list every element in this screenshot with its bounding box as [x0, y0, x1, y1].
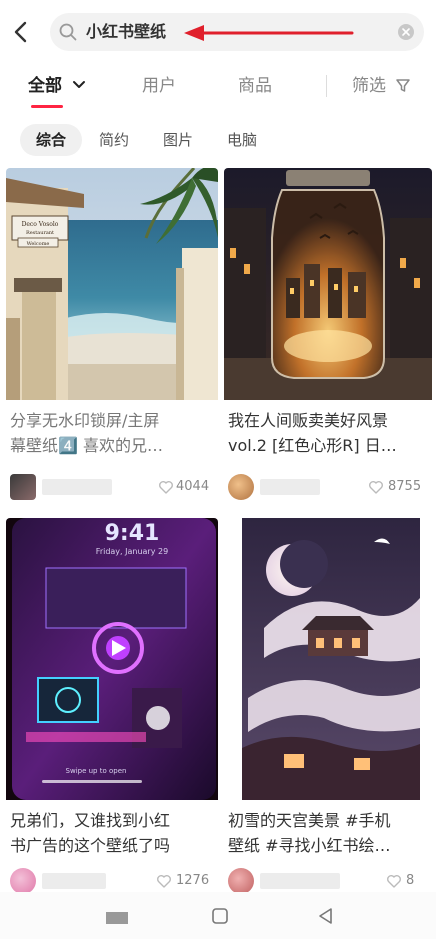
note-footer: 8755	[224, 470, 432, 506]
author-name-blurred[interactable]	[260, 873, 340, 889]
heart-icon[interactable]	[158, 479, 174, 495]
note-title: 分享无水印锁屏/主屏 幕壁纸4️⃣ 喜欢的兄…	[10, 408, 216, 458]
heart-icon[interactable]	[368, 479, 384, 495]
note-footer: 1276	[6, 864, 218, 892]
note-card-phone[interactable]: 9:41 Friday, January 29 Swipe up to open…	[6, 518, 218, 892]
note-title-line: 我在人间贩卖美好风景	[228, 411, 389, 430]
back-arrow-icon[interactable]	[10, 18, 34, 46]
note-cover-image: Deco Vosolo Restaurant Welcome	[6, 168, 218, 400]
note-card-jar[interactable]: 我在人间贩卖美好风景 vol.2 [红色心形R] 日… 8755	[224, 168, 432, 508]
tab-users[interactable]: 用户	[142, 74, 176, 98]
clear-search-button[interactable]	[398, 24, 414, 40]
avatar[interactable]	[228, 868, 254, 892]
chip-images[interactable]: 图片	[154, 124, 202, 156]
note-title: 初雪的天宫美景 #手机 壁纸 #寻找小红书绘…	[228, 808, 432, 858]
chip-comprehensive[interactable]: 综合	[20, 124, 82, 156]
chip-simple[interactable]: 简约	[90, 124, 138, 156]
back-triangle-icon[interactable]	[316, 906, 336, 926]
tab-all[interactable]: 全部	[28, 74, 86, 98]
close-icon	[402, 28, 410, 36]
active-tab-indicator	[31, 105, 63, 108]
search-icon	[59, 23, 77, 41]
author-name-blurred[interactable]	[42, 479, 112, 495]
avatar[interactable]	[10, 868, 36, 892]
like-count: 1276	[176, 873, 210, 888]
chevron-down-icon	[72, 81, 85, 88]
note-footer: 8	[224, 864, 432, 892]
avatar[interactable]	[10, 474, 36, 500]
note-title-line: 幕壁纸4️⃣ 喜欢的兄…	[10, 436, 164, 455]
like-count: 4044	[176, 479, 210, 494]
tab-products[interactable]: 商品	[238, 74, 272, 98]
avatar[interactable]	[228, 474, 254, 500]
red-arrow-annotation	[184, 25, 354, 41]
note-cover-image: 9:41 Friday, January 29 Swipe up to open	[6, 518, 218, 800]
note-title-line: 壁纸 #寻找小红书绘…	[228, 836, 391, 855]
heart-icon[interactable]	[386, 873, 402, 889]
note-title-line: 分享无水印锁屏/主屏	[10, 411, 160, 430]
note-title-line: 书广告的这个壁纸了吗	[10, 836, 171, 855]
home-icon[interactable]	[210, 906, 230, 926]
tab-all-label: 全部	[28, 76, 62, 96]
filter-label: 筛选	[352, 76, 386, 96]
sub-filter-chips: 综合 简约 图片 电脑	[0, 118, 436, 162]
note-title-line: vol.2 [红色心形R] 日…	[228, 436, 397, 455]
filter-button[interactable]: 筛选	[352, 74, 411, 98]
like-count: 8755	[388, 479, 422, 494]
like-count: 8	[406, 873, 415, 888]
note-title: 兄弟们，又谁找到小红 书广告的这个壁纸了吗	[10, 808, 216, 858]
note-title: 我在人间贩卖美好风景 vol.2 [红色心形R] 日…	[228, 408, 432, 458]
chip-computer[interactable]: 电脑	[218, 124, 266, 156]
search-query-text: 小红书壁纸	[86, 22, 167, 41]
note-title-line: 初雪的天宫美景 #手机	[228, 811, 391, 830]
filter-funnel-icon	[396, 79, 411, 92]
photo-sign-text: Welcome	[27, 241, 50, 247]
photo-clock-text: 9:41	[105, 521, 160, 546]
note-cover-image	[224, 518, 432, 800]
author-name-blurred[interactable]	[42, 873, 106, 889]
note-cover-image	[224, 168, 432, 400]
tab-divider	[326, 75, 327, 97]
photo-sign-text: Restaurant	[26, 230, 54, 236]
photo-sign-text: Deco Vosolo	[22, 221, 59, 228]
result-type-tabs: 全部 用户 商品 筛选	[0, 64, 436, 110]
recent-apps-icon[interactable]	[104, 908, 130, 928]
note-card-palace[interactable]: 初雪的天宫美景 #手机 壁纸 #寻找小红书绘… 8	[224, 518, 432, 892]
search-results-screen: 小红书壁纸 全部 用户 商品 筛选 综合 简约 图片 电脑 Deco Vosol…	[0, 0, 436, 939]
note-footer: 4044	[6, 470, 218, 506]
photo-date-text: Friday, January 29	[96, 547, 168, 556]
note-card-beach[interactable]: Deco Vosolo Restaurant Welcome 分享无水印锁屏/主…	[6, 168, 218, 508]
author-name-blurred[interactable]	[260, 479, 320, 495]
note-title-line: 兄弟们，又谁找到小红	[10, 811, 171, 830]
photo-unlock-hint: Swipe up to open	[66, 767, 127, 775]
heart-icon[interactable]	[156, 873, 172, 889]
top-bar: 小红书壁纸	[0, 0, 436, 64]
system-navigation-bar	[0, 892, 436, 939]
